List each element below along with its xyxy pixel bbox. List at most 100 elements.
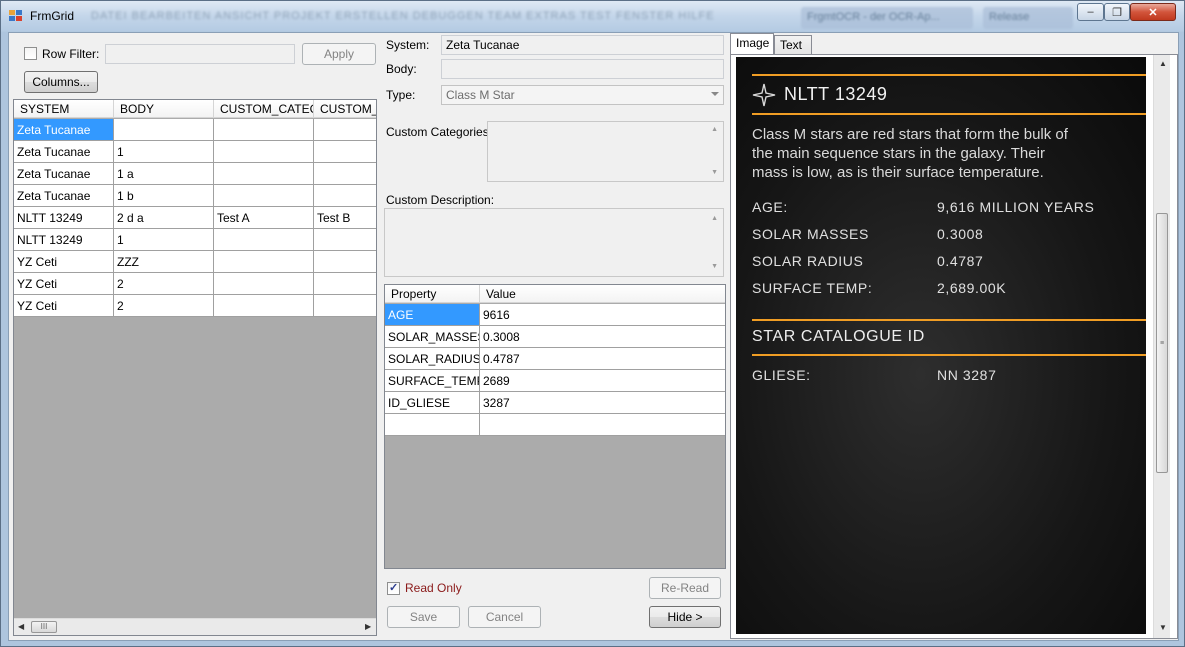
table-cell[interactable] <box>314 229 376 251</box>
table-cell[interactable] <box>214 273 314 295</box>
table-cell[interactable] <box>314 119 376 141</box>
scroll-right-icon[interactable]: ▶ <box>365 622 371 631</box>
columns-button[interactable]: Columns... <box>24 71 98 93</box>
table-cell[interactable] <box>214 251 314 273</box>
property-row[interactable]: SOLAR_RADIUS 0.4787 <box>385 348 725 370</box>
save-button[interactable]: Save <box>387 606 460 628</box>
table-cell[interactable]: NLTT 13249 <box>14 207 114 229</box>
property-cell[interactable]: 3287 <box>480 392 725 414</box>
property-cell[interactable]: SOLAR_RADIUS <box>385 348 480 370</box>
property-row[interactable]: SOLAR_MASSES 0.3008 <box>385 326 725 348</box>
table-cell[interactable] <box>314 273 376 295</box>
property-cell[interactable] <box>385 414 480 436</box>
scroll-down-icon[interactable]: ▼ <box>1159 623 1167 632</box>
property-cell[interactable]: 2689 <box>480 370 725 392</box>
table-cell[interactable]: 1 <box>114 141 214 163</box>
grid-horizontal-scrollbar[interactable]: ◀ III ▶ <box>14 618 376 635</box>
tab-image[interactable]: Image <box>730 33 774 55</box>
table-cell[interactable] <box>314 295 376 317</box>
table-row[interactable]: Zeta Tucanae <box>14 119 376 141</box>
bodies-grid[interactable]: SYSTEM BODY CUSTOM_CATEG(CUSTOM_I Zeta Tuc… <box>13 99 377 636</box>
property-cell[interactable]: 9616 <box>480 304 725 326</box>
custom-description-input[interactable]: ▲ ▼ <box>384 208 724 277</box>
property-cell[interactable]: 0.3008 <box>480 326 725 348</box>
scroll-up-icon[interactable]: ▲ <box>711 126 718 133</box>
table-cell[interactable]: YZ Ceti <box>14 251 114 273</box>
table-row[interactable]: YZ Ceti 2 <box>14 273 376 295</box>
maximize-button[interactable]: ❐ <box>1104 3 1130 21</box>
table-cell[interactable] <box>214 141 314 163</box>
table-row[interactable]: Zeta Tucanae 1 <box>14 141 376 163</box>
type-select[interactable]: Class M Star <box>441 85 724 105</box>
table-cell[interactable]: Test B <box>314 207 376 229</box>
table-cell[interactable] <box>314 141 376 163</box>
property-row[interactable] <box>385 414 725 436</box>
cancel-button[interactable]: Cancel <box>468 606 541 628</box>
table-row[interactable]: YZ Ceti ZZZ <box>14 251 376 273</box>
table-cell[interactable]: 2 d a <box>114 207 214 229</box>
table-cell[interactable]: ZZZ <box>114 251 214 273</box>
property-cell[interactable]: 0.4787 <box>480 348 725 370</box>
table-cell[interactable] <box>314 251 376 273</box>
table-cell[interactable]: Test A <box>214 207 314 229</box>
title-bar[interactable]: FrmGrid DATEI BEARBEITEN ANSICHT PROJEKT… <box>1 1 1184 31</box>
table-cell[interactable] <box>314 163 376 185</box>
property-cell[interactable]: AGE <box>385 304 480 326</box>
table-cell[interactable]: NLTT 13249 <box>14 229 114 251</box>
table-cell[interactable] <box>114 119 214 141</box>
table-cell[interactable] <box>214 229 314 251</box>
table-cell[interactable] <box>214 119 314 141</box>
hide-button[interactable]: Hide > <box>649 606 721 628</box>
table-cell[interactable]: 1 <box>114 229 214 251</box>
table-cell[interactable]: 1 a <box>114 163 214 185</box>
property-row[interactable]: SURFACE_TEMP 2689 <box>385 370 725 392</box>
close-button[interactable]: ✕ <box>1130 3 1176 21</box>
column-header[interactable]: BODY <box>114 100 214 118</box>
reread-button[interactable]: Re-Read <box>649 577 721 599</box>
table-cell[interactable]: YZ Ceti <box>14 273 114 295</box>
table-row[interactable]: Zeta Tucanae 1 b <box>14 185 376 207</box>
custom-categories-input[interactable]: ▲ ▼ <box>487 121 724 182</box>
property-cell[interactable]: ID_GLIESE <box>385 392 480 414</box>
scroll-up-icon[interactable]: ▲ <box>711 215 718 222</box>
row-filter-checkbox[interactable] <box>24 47 37 60</box>
table-row[interactable]: YZ Ceti 2 <box>14 295 376 317</box>
property-row[interactable]: AGE 9616 <box>385 304 725 326</box>
property-cell[interactable] <box>480 414 725 436</box>
table-cell[interactable]: 1 b <box>114 185 214 207</box>
property-row[interactable]: ID_GLIESE 3287 <box>385 392 725 414</box>
properties-grid[interactable]: Property Value AGE 9616 SOLAR_MASSES 0.3008 S… <box>384 284 726 569</box>
scroll-down-icon[interactable]: ▼ <box>711 169 718 176</box>
apply-button[interactable]: Apply <box>302 43 376 65</box>
scroll-up-icon[interactable]: ▲ <box>1159 59 1167 68</box>
minimize-button[interactable]: ‒ <box>1077 3 1104 21</box>
column-header[interactable]: Value <box>480 285 725 303</box>
table-cell[interactable] <box>214 295 314 317</box>
table-cell[interactable]: Zeta Tucanae <box>14 119 114 141</box>
table-cell[interactable]: YZ Ceti <box>14 295 114 317</box>
column-header[interactable]: Property <box>385 285 480 303</box>
table-cell[interactable] <box>214 185 314 207</box>
column-header[interactable]: CUSTOM_I <box>314 100 376 118</box>
column-header[interactable]: SYSTEM <box>14 100 114 118</box>
body-field[interactable] <box>441 59 724 79</box>
table-cell[interactable]: 2 <box>114 273 214 295</box>
scroll-thumb[interactable]: ≡ <box>1156 213 1168 473</box>
row-filter-input[interactable] <box>105 44 295 64</box>
property-cell[interactable]: SOLAR_MASSES <box>385 326 480 348</box>
table-cell[interactable]: 2 <box>114 295 214 317</box>
read-only-checkbox[interactable] <box>387 581 400 595</box>
table-cell[interactable] <box>314 185 376 207</box>
table-cell[interactable]: Zeta Tucanae <box>14 185 114 207</box>
table-cell[interactable] <box>214 163 314 185</box>
system-field[interactable]: Zeta Tucanae <box>441 35 724 55</box>
table-row[interactable]: NLTT 13249 1 <box>14 229 376 251</box>
column-header[interactable]: CUSTOM_CATEG( <box>214 100 314 118</box>
table-row[interactable]: NLTT 13249 2 d a Test A Test B <box>14 207 376 229</box>
image-vertical-scrollbar[interactable]: ▲ ≡ ▼ <box>1153 55 1170 638</box>
scroll-left-icon[interactable]: ◀ <box>18 622 24 631</box>
table-cell[interactable]: Zeta Tucanae <box>14 141 114 163</box>
scroll-thumb[interactable]: III <box>31 621 57 633</box>
table-row[interactable]: Zeta Tucanae 1 a <box>14 163 376 185</box>
tab-text[interactable]: Text <box>774 35 812 55</box>
